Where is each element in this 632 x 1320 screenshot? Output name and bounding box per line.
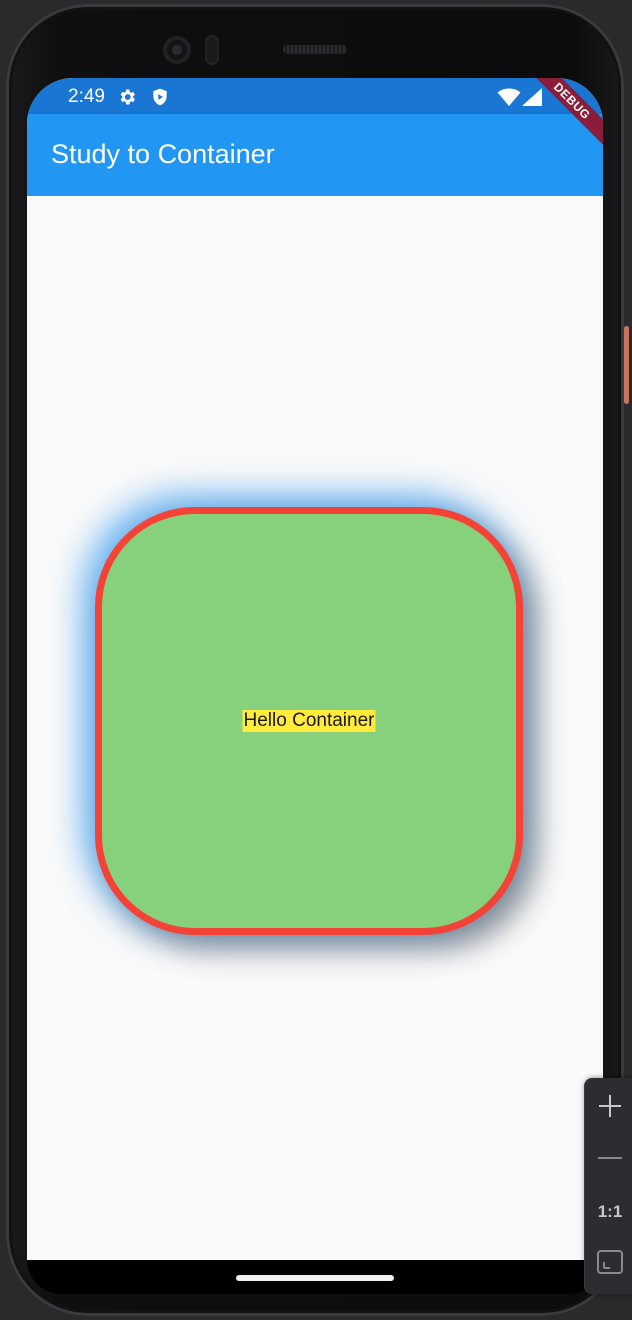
app-bar-title: Study to Container	[51, 139, 275, 169]
device-frame: 2:49 Study to Container DEBUG Hello Cont…	[0, 0, 632, 1320]
zoom-out-button[interactable]	[585, 1138, 632, 1182]
fit-screen-icon	[596, 1248, 624, 1280]
zoom-in-button[interactable]	[585, 1086, 632, 1130]
zoom-actual-size-label: 1:1	[597, 1202, 623, 1221]
zoom-out-icon	[597, 1145, 623, 1175]
zoom-actual-size-button[interactable]: 1:1	[585, 1190, 632, 1234]
cellular-signal-icon	[521, 87, 543, 107]
zoom-in-icon	[597, 1093, 623, 1123]
earpiece-speaker	[283, 45, 347, 54]
app-bar: Study to Container	[27, 114, 603, 196]
side-power-button[interactable]	[624, 326, 629, 404]
page-body: Hello Container	[27, 196, 603, 1260]
decorated-container: Hello Container	[95, 507, 523, 935]
device-screen: 2:49 Study to Container DEBUG Hello Cont…	[27, 78, 603, 1260]
home-indicator[interactable]	[236, 1275, 394, 1281]
status-time: 2:49	[68, 86, 105, 107]
fit-screen-button[interactable]	[585, 1242, 632, 1286]
shield-icon	[150, 87, 170, 107]
proximity-sensor	[205, 35, 219, 65]
front-camera-icon	[163, 36, 191, 64]
camera-lens	[172, 45, 182, 55]
gear-icon	[117, 87, 137, 107]
status-bar: 2:49	[27, 78, 603, 114]
container-label: Hello Container	[242, 710, 376, 732]
emulator-zoom-panel: 1:1	[585, 1078, 632, 1294]
wifi-icon	[497, 87, 521, 107]
